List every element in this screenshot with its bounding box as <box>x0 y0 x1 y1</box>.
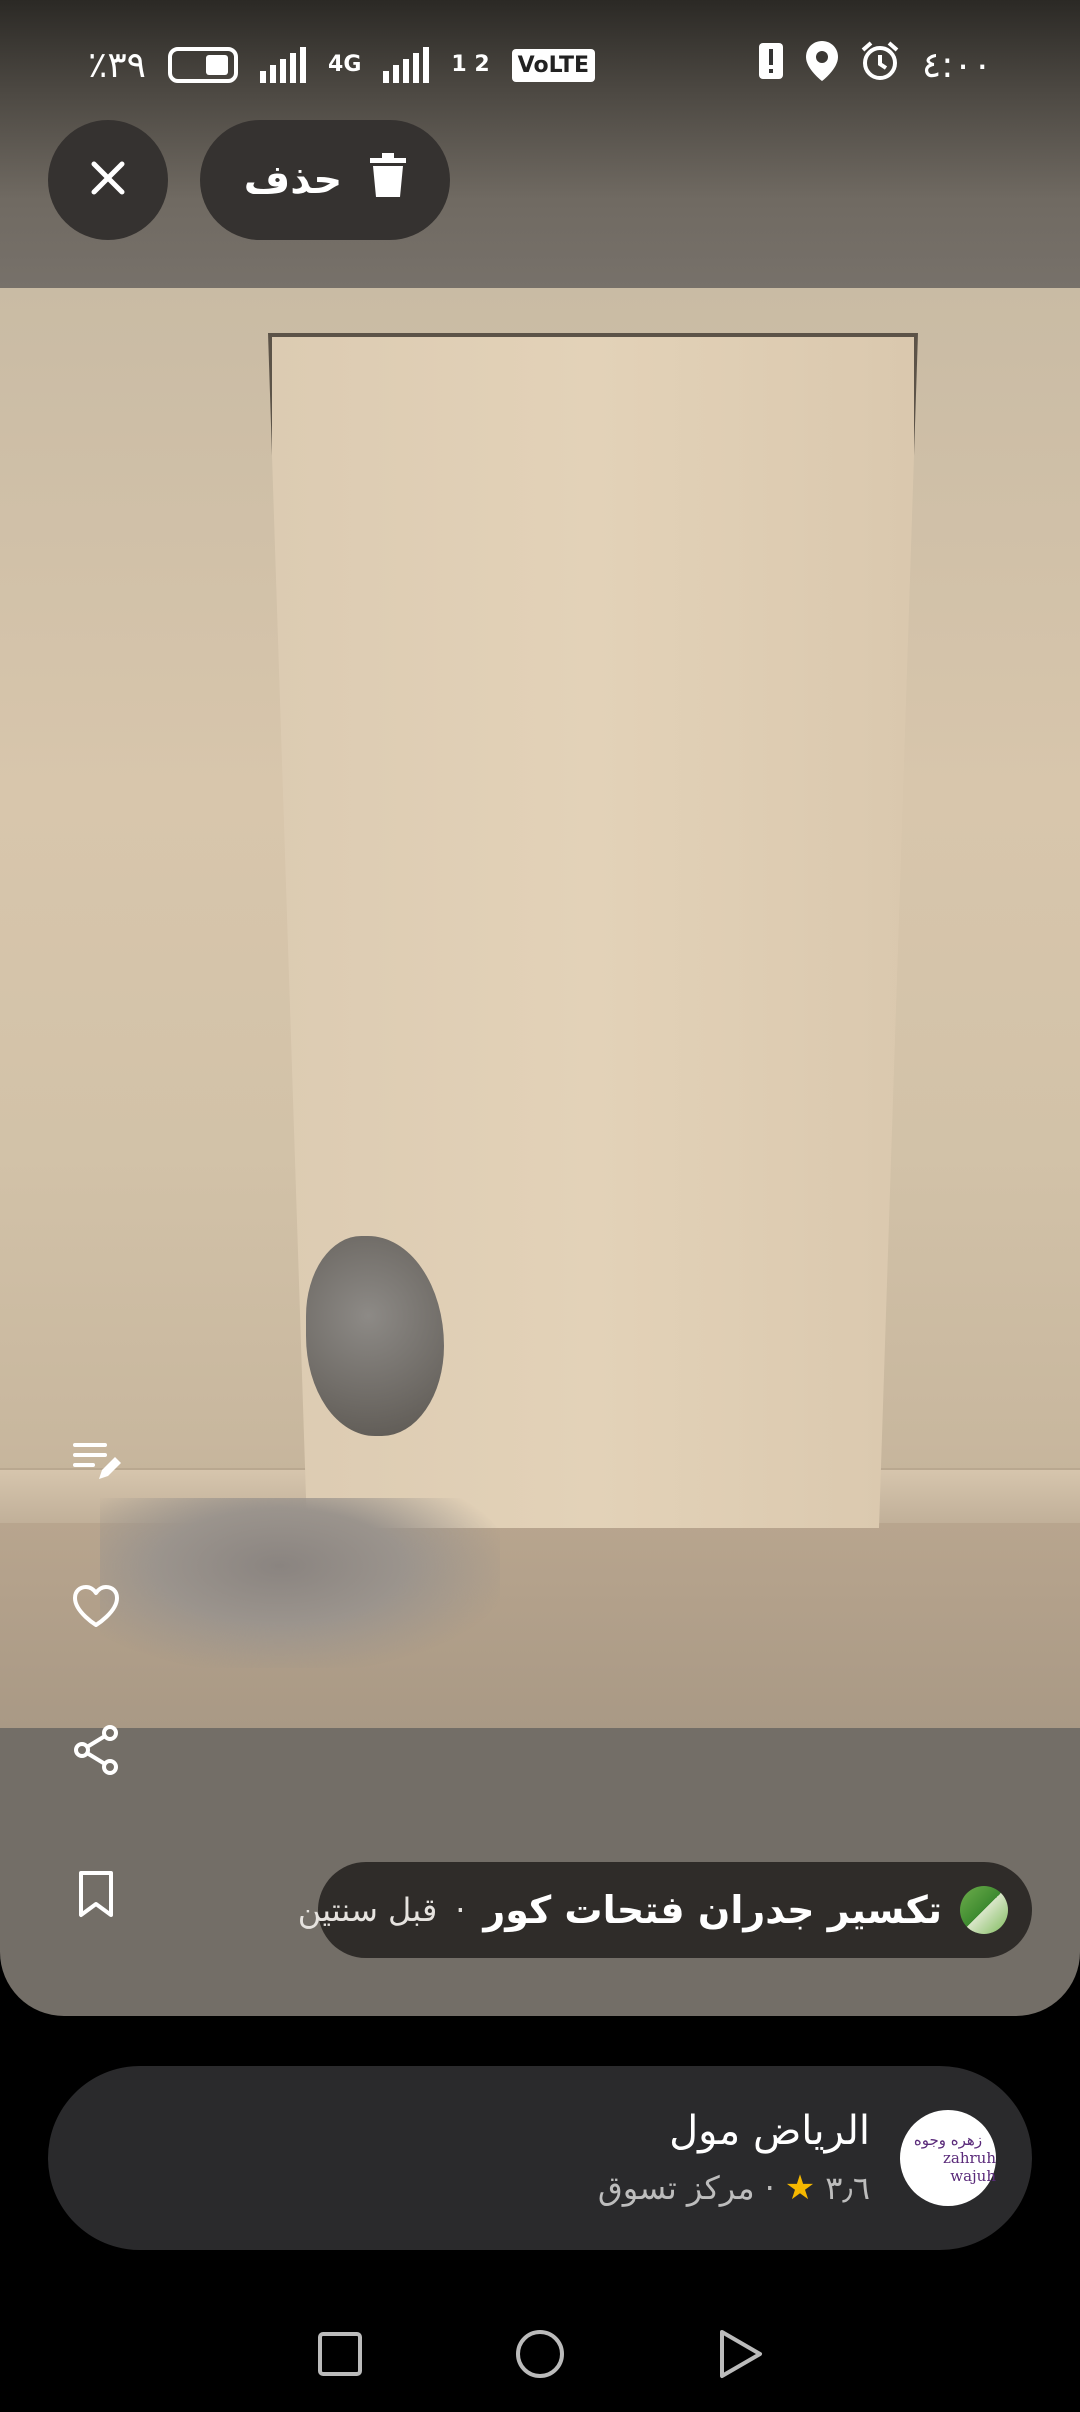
share-icon <box>72 1724 120 1780</box>
signal-icon-sim2 <box>383 47 430 83</box>
share-button[interactable] <box>60 1716 132 1788</box>
location-icon <box>805 40 838 90</box>
sim-slot-label: 1 2 <box>451 52 490 77</box>
photo-title: تكسير جدران فتحات كور <box>483 1888 942 1932</box>
photo-viewer: ٪٣٩ 4G 1 2 VoLTE ٤:٠٠ حذف تكسير جدران فت… <box>0 0 1080 2016</box>
star-icon: ★ <box>784 2168 816 2208</box>
meta-separator: · <box>764 2169 775 2207</box>
place-name: الرياض مول <box>669 2108 870 2154</box>
signal-icon <box>260 47 307 83</box>
bookmark-icon <box>76 1869 116 1923</box>
status-bar: ٪٣٩ 4G 1 2 VoLTE ٤:٠٠ <box>0 0 1080 130</box>
volte-badge: VoLTE <box>511 48 596 82</box>
close-button[interactable] <box>48 120 168 240</box>
trash-icon <box>370 153 407 207</box>
back-button[interactable] <box>716 2328 764 2384</box>
uploader-avatar <box>960 1886 1008 1934</box>
logo-text-en: zahruh wajuh <box>943 2149 996 2185</box>
alarm-icon <box>860 40 900 90</box>
logo-text-ar: زهره وجوه <box>913 2131 983 2149</box>
home-button[interactable] <box>514 2328 566 2384</box>
battery-percent: ٪٣٩ <box>88 44 147 86</box>
heart-icon <box>71 1583 121 1633</box>
caption-separator: · <box>455 1891 466 1929</box>
photo-rubble <box>100 1498 500 1668</box>
place-category: مركز تسوق <box>597 2169 755 2207</box>
delete-label: حذف <box>243 157 343 203</box>
system-nav-bar <box>0 2300 1080 2412</box>
place-rating: ٣٫٦ <box>825 2169 870 2207</box>
place-meta: ٣٫٦ ★ · مركز تسوق <box>598 2168 870 2208</box>
place-logo: زهره وجوه zahruh wajuh <box>900 2110 996 2206</box>
network-type: 4G <box>328 52 362 77</box>
recents-button[interactable] <box>316 2330 364 2382</box>
photo-time-ago: قبل سنتين <box>297 1891 438 1929</box>
battery-icon <box>168 47 239 83</box>
clock-time: ٤:٠٠ <box>921 44 992 86</box>
alert-icon <box>758 42 784 89</box>
place-info: الرياض مول ٣٫٦ ★ · مركز تسوق <box>598 2108 870 2208</box>
save-button[interactable] <box>60 1860 132 1932</box>
edit-notes-icon <box>71 1439 121 1487</box>
place-card[interactable]: زهره وجوه zahruh wajuh الرياض مول ٣٫٦ ★ … <box>48 2066 1032 2250</box>
user-photo[interactable] <box>0 288 1080 1728</box>
photo-caption-chip[interactable]: تكسير جدران فتحات كور · قبل سنتين <box>298 1862 1032 1958</box>
edit-notes-button[interactable] <box>60 1427 132 1499</box>
close-icon <box>88 158 128 202</box>
delete-button[interactable]: حذف <box>200 120 450 240</box>
like-button[interactable] <box>60 1572 132 1644</box>
